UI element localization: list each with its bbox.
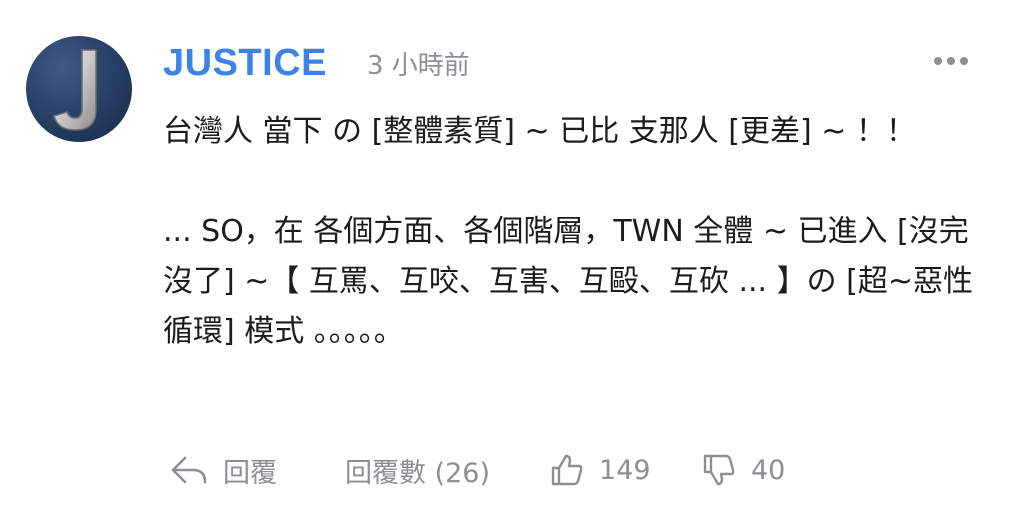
more-options-button[interactable] [926, 46, 976, 76]
comment-actions: 回覆 回覆數 (26) 149 40 [163, 448, 993, 492]
reply-button[interactable]: 回覆 [169, 448, 277, 492]
dislikes-count: 40 [751, 454, 786, 486]
thumbs-down-icon [703, 454, 735, 486]
likes-count: 149 [599, 454, 651, 486]
replies-count-button[interactable]: 回覆數 (26) [345, 448, 490, 492]
thumbs-up-icon [551, 454, 583, 486]
more-horizontal-icon [934, 57, 968, 65]
reply-arrow-icon [171, 456, 207, 484]
avatar[interactable] [26, 36, 132, 142]
comment-body: 台灣人 當下 の [整體素質] ~ 已比 支那人 [更差] ~ ！！ ... S… [163, 114, 973, 349]
dislike-button[interactable]: 40 [701, 448, 785, 492]
comment-card: JUSTICE 3 小時前 台灣人 當下 の [整體素質] ~ 已比 支那人 [… [0, 0, 1024, 512]
timestamp: 3 小時前 [367, 51, 470, 81]
avatar-letter-image [53, 49, 97, 131]
replies-count-label: 回覆數 (26) [345, 457, 491, 489]
reply-label: 回覆 [223, 457, 277, 489]
author-name[interactable]: JUSTICE [163, 40, 327, 86]
like-button[interactable]: 149 [549, 448, 651, 492]
